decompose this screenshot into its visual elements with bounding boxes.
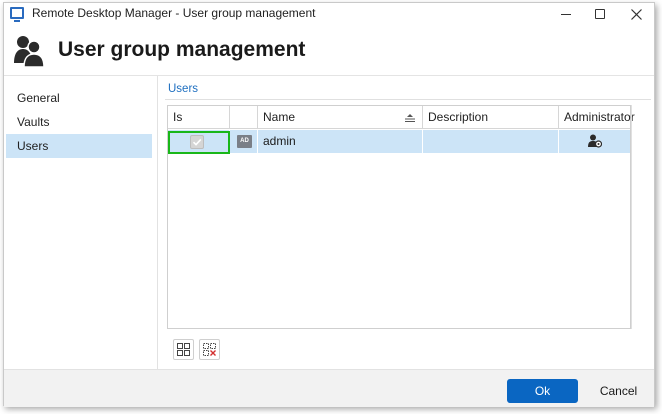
name-cell: admin bbox=[258, 130, 423, 153]
select-all-icon bbox=[177, 343, 190, 356]
section-divider bbox=[165, 99, 651, 100]
column-header-description[interactable]: Description bbox=[423, 106, 559, 129]
maximize-button[interactable] bbox=[582, 3, 618, 25]
minimize-button[interactable] bbox=[548, 3, 584, 25]
type-cell: AD bbox=[230, 130, 258, 153]
is-member-highlight bbox=[168, 131, 230, 154]
ad-badge-icon: AD bbox=[237, 135, 252, 148]
users-table: Is member Name Description Administrator bbox=[167, 105, 635, 329]
sidebar-item-users[interactable]: Users bbox=[6, 134, 152, 158]
sidebar-item-general[interactable]: General bbox=[6, 86, 152, 110]
minimize-icon bbox=[561, 13, 571, 15]
column-header-name-label: Name bbox=[263, 110, 296, 124]
dialog-footer: Ok Cancel bbox=[4, 369, 654, 407]
column-header-is-member[interactable]: Is member bbox=[168, 106, 230, 147]
close-icon bbox=[630, 8, 642, 20]
section-label-users: Users bbox=[168, 83, 199, 95]
admin-user-icon[interactable] bbox=[588, 134, 602, 148]
column-header-name[interactable]: Name bbox=[258, 106, 423, 129]
dialog-window: Remote Desktop Manager - User group mana… bbox=[3, 2, 655, 407]
column-header-administrator[interactable]: Administrator bbox=[559, 106, 635, 129]
user-group-icon bbox=[14, 36, 44, 67]
sort-ascending-icon bbox=[405, 114, 415, 122]
select-all-button[interactable] bbox=[173, 339, 194, 360]
table-header: Is member Name Description Administrator bbox=[168, 106, 635, 147]
column-header-type[interactable] bbox=[230, 106, 258, 129]
table-scrollbar[interactable] bbox=[631, 105, 634, 329]
description-cell bbox=[423, 130, 559, 153]
dialog-header: User group management bbox=[4, 25, 654, 75]
title-bar: Remote Desktop Manager - User group mana… bbox=[4, 3, 654, 25]
close-button[interactable] bbox=[618, 3, 654, 25]
sidebar-item-vaults[interactable]: Vaults bbox=[6, 110, 152, 134]
window-title: Remote Desktop Manager - User group mana… bbox=[32, 6, 316, 20]
administrator-cell bbox=[559, 130, 632, 153]
deselect-all-button[interactable] bbox=[199, 339, 220, 360]
ok-button[interactable]: Ok bbox=[507, 379, 578, 403]
maximize-icon bbox=[595, 9, 605, 19]
page-title: User group management bbox=[58, 38, 306, 61]
cancel-button[interactable]: Cancel bbox=[583, 379, 654, 403]
remote-desktop-app-icon bbox=[10, 7, 24, 22]
table-row[interactable]: AD admin bbox=[168, 130, 630, 153]
deselect-all-icon bbox=[203, 343, 216, 356]
sidebar: General Vaults Users bbox=[4, 76, 158, 369]
